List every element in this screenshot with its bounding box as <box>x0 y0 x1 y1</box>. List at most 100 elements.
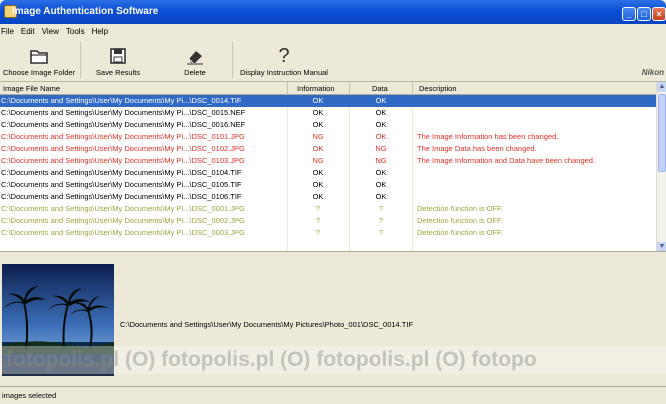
window-title: Image Authentication Software <box>12 6 159 17</box>
table-row[interactable]: C:\Documents and Settings\User\My Docume… <box>0 203 656 215</box>
file-name-cell: C:\Documents and Settings\User\My Docume… <box>1 204 245 213</box>
table-header: Image File Name Information Data Descrip… <box>0 82 656 95</box>
title-bar: Image Authentication Software _ □ × <box>0 0 666 24</box>
delete-button[interactable]: Delete <box>174 38 216 82</box>
description-cell: Detection function is OFF. <box>417 204 503 213</box>
folder-icon <box>30 50 48 64</box>
table-row[interactable]: C:\Documents and Settings\User\My Docume… <box>0 227 656 239</box>
information-cell: OK <box>312 108 324 117</box>
save-icon <box>110 48 126 64</box>
table-row[interactable]: C:\Documents and Settings\User\My Docume… <box>0 131 656 143</box>
file-name-cell: C:\Documents and Settings\User\My Docume… <box>1 192 242 201</box>
data-cell: OK <box>375 192 387 201</box>
table-row[interactable]: C:\Documents and Settings\User\My Docume… <box>0 167 656 179</box>
column-divider[interactable] <box>287 82 288 95</box>
data-cell: OK <box>375 120 387 129</box>
toolbar-separator <box>80 42 81 78</box>
data-cell: ? <box>378 216 384 225</box>
menu-tools[interactable]: Tools <box>66 27 85 36</box>
information-cell: OK <box>312 168 324 177</box>
file-name-cell: C:\Documents and Settings\User\My Docume… <box>1 132 245 141</box>
scroll-down-icon[interactable]: ▼ <box>657 242 666 251</box>
file-name-cell: C:\Documents and Settings\User\My Docume… <box>1 96 242 105</box>
menu-help[interactable]: Help <box>92 27 108 36</box>
menu-view[interactable]: View <box>42 27 59 36</box>
display-instruction-manual-label: Display Instruction Manual <box>240 68 328 77</box>
toolbar-separator <box>232 42 233 78</box>
data-cell: OK <box>375 108 387 117</box>
information-cell: OK <box>312 192 324 201</box>
data-cell: ? <box>378 228 384 237</box>
data-cell: OK <box>375 96 387 105</box>
watermark-overlay: fotopolis.pl (O) fotopolis.pl (O) fotopo… <box>0 346 666 374</box>
nikon-logo: Nikon <box>641 68 664 77</box>
table-row[interactable]: C:\Documents and Settings\User\My Docume… <box>0 95 656 107</box>
save-results-label: Save Results <box>95 68 141 77</box>
data-cell: OK <box>375 132 387 141</box>
svg-text:?: ? <box>278 45 289 65</box>
question-icon: ? <box>278 45 289 65</box>
description-cell: The Image Data has been changed. <box>417 144 537 153</box>
file-name-cell: C:\Documents and Settings\User\My Docume… <box>1 168 242 177</box>
data-cell: NG <box>375 144 387 153</box>
table-row[interactable]: C:\Documents and Settings\User\My Docume… <box>0 215 656 227</box>
data-cell: ? <box>378 204 384 213</box>
description-cell: Detection function is OFF. <box>417 216 503 225</box>
table-row[interactable]: C:\Documents and Settings\User\My Docume… <box>0 119 656 131</box>
menu-edit[interactable]: Edit <box>21 27 35 36</box>
scroll-thumb[interactable] <box>658 94 666 172</box>
information-cell: NG <box>312 132 324 141</box>
table-row[interactable]: C:\Documents and Settings\User\My Docume… <box>0 107 656 119</box>
close-button[interactable]: × <box>652 7 666 21</box>
table-body: C:\Documents and Settings\User\My Docume… <box>0 95 656 239</box>
choose-image-folder-button[interactable]: Choose Image Folder <box>2 38 76 82</box>
description-cell: The Image Information has been changed. <box>417 132 559 141</box>
results-table: Image File Name Information Data Descrip… <box>0 82 666 252</box>
vertical-scrollbar[interactable]: ▲ ▼ <box>656 82 666 251</box>
minimize-button[interactable]: _ <box>622 7 636 21</box>
column-header-file-name[interactable]: Image File Name <box>3 84 60 93</box>
table-row[interactable]: C:\Documents and Settings\User\My Docume… <box>0 191 656 203</box>
delete-label: Delete <box>184 68 206 77</box>
table-row[interactable]: C:\Documents and Settings\User\My Docume… <box>0 155 656 167</box>
table-row[interactable]: C:\Documents and Settings\User\My Docume… <box>0 179 656 191</box>
scroll-up-icon[interactable]: ▲ <box>657 82 666 92</box>
information-cell: ? <box>315 216 321 225</box>
description-cell: The Image Information and Data have been… <box>417 156 596 165</box>
information-cell: ? <box>315 228 321 237</box>
information-cell: ? <box>315 204 321 213</box>
status-bar: images selected <box>0 386 666 404</box>
maximize-button[interactable]: □ <box>637 7 651 21</box>
status-text: images selected <box>2 391 57 400</box>
eraser-icon <box>187 51 203 65</box>
column-divider[interactable] <box>349 82 350 95</box>
toolbar: Choose Image Folder Save Results Delete … <box>0 38 666 82</box>
file-name-cell: C:\Documents and Settings\User\My Docume… <box>1 228 245 237</box>
column-header-information[interactable]: Information <box>297 84 335 93</box>
data-cell: OK <box>375 168 387 177</box>
column-header-description[interactable]: Description <box>419 84 457 93</box>
file-name-cell: C:\Documents and Settings\User\My Docume… <box>1 216 245 225</box>
menu-bar: File Edit View Tools Help <box>0 24 666 38</box>
data-cell: OK <box>375 180 387 189</box>
preview-panel: C:\Documents and Settings\User\My Docume… <box>0 252 666 386</box>
file-name-cell: C:\Documents and Settings\User\My Docume… <box>1 180 242 189</box>
file-name-cell: C:\Documents and Settings\User\My Docume… <box>1 108 246 117</box>
information-cell: OK <box>312 120 324 129</box>
description-cell: Detection function is OFF. <box>417 228 503 237</box>
save-results-button[interactable]: Save Results <box>88 38 148 82</box>
file-name-cell: C:\Documents and Settings\User\My Docume… <box>1 120 246 129</box>
menu-file[interactable]: File <box>1 27 14 36</box>
information-cell: NG <box>312 156 324 165</box>
column-divider[interactable] <box>412 82 413 95</box>
table-row[interactable]: C:\Documents and Settings\User\My Docume… <box>0 143 656 155</box>
file-name-cell: C:\Documents and Settings\User\My Docume… <box>1 144 245 153</box>
information-cell: OK <box>312 180 324 189</box>
choose-image-folder-label: Choose Image Folder <box>2 68 76 77</box>
information-cell: OK <box>312 144 324 153</box>
information-cell: OK <box>312 96 324 105</box>
data-cell: NG <box>375 156 387 165</box>
column-header-data[interactable]: Data <box>372 84 388 93</box>
selected-image-path: C:\Documents and Settings\User\My Docume… <box>120 320 414 329</box>
display-instruction-manual-button[interactable]: ? Display Instruction Manual <box>238 38 330 82</box>
